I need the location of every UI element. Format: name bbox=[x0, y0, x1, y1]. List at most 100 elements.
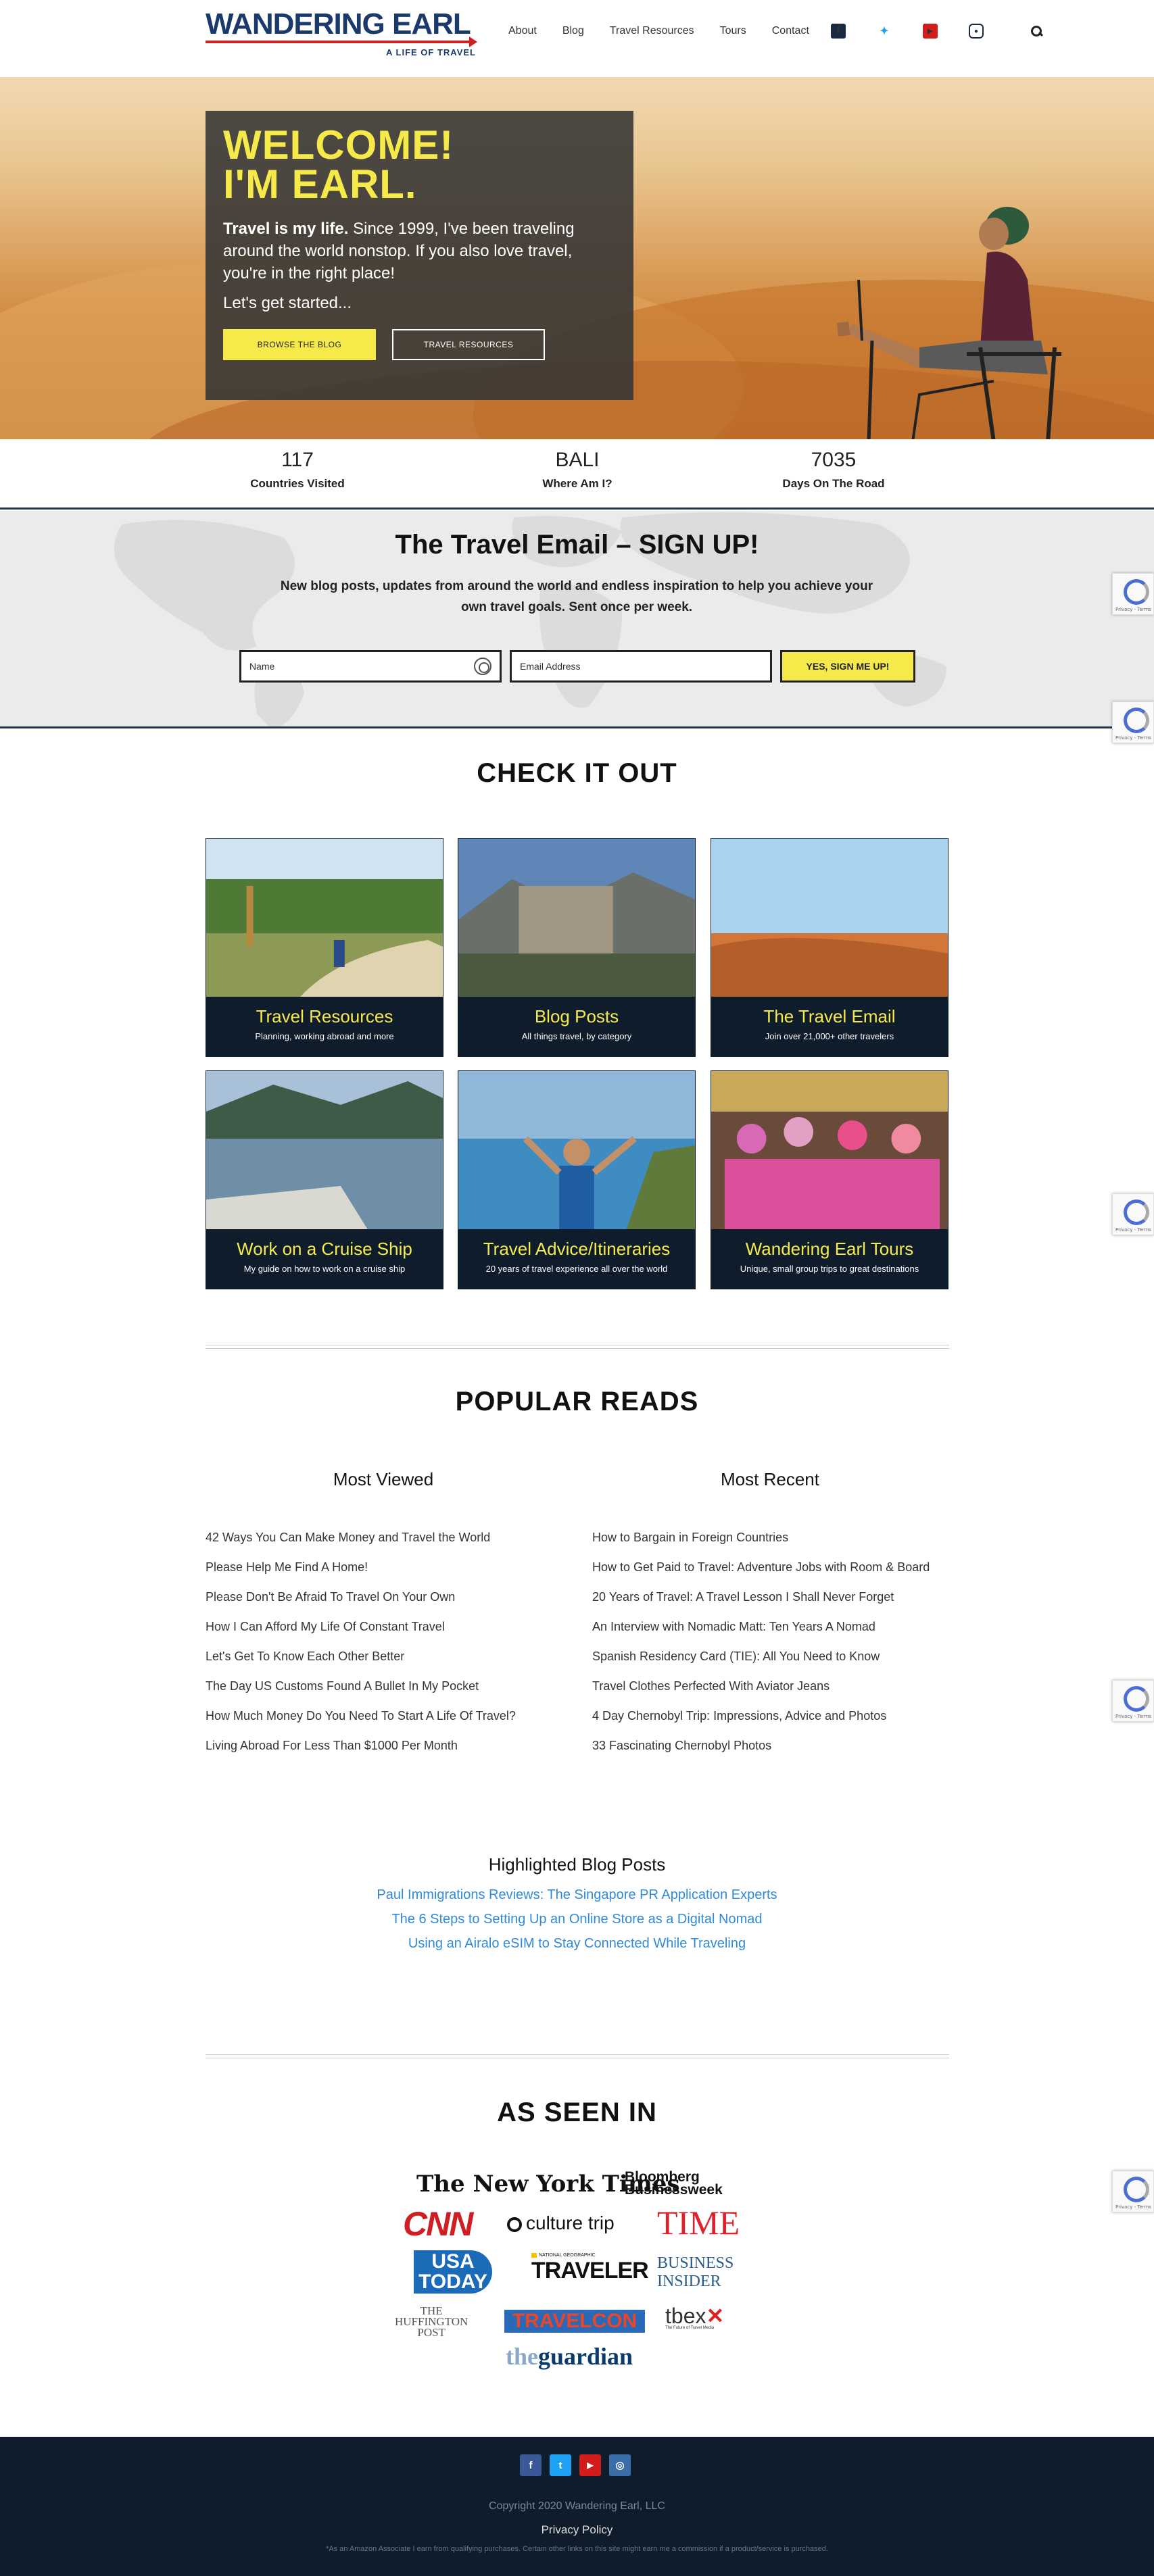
stat-countries: 117 Countries Visited bbox=[196, 449, 399, 491]
twitter-icon[interactable]: ✦ bbox=[876, 24, 892, 39]
logo-arrow bbox=[206, 36, 477, 47]
main-nav: About Blog Travel Resources Tours Contac… bbox=[508, 23, 1069, 39]
instagram-icon[interactable]: ◎ bbox=[609, 2454, 631, 2476]
most-recent-link[interactable]: 33 Fascinating Chernobyl Photos bbox=[592, 1737, 949, 1754]
signup-form: Name Email Address YES, SIGN ME UP! bbox=[239, 650, 915, 683]
facebook-icon[interactable]: f bbox=[830, 24, 846, 39]
bloomberg-logo: Bloomberg Businessweek bbox=[625, 2170, 723, 2198]
recaptcha-badge[interactable]: Privacy - Terms bbox=[1112, 1680, 1154, 1722]
stat-value: 117 bbox=[281, 449, 314, 471]
highlighted-title: Highlighted Blog Posts bbox=[488, 1854, 666, 1875]
culture-trip-icon bbox=[507, 2216, 522, 2232]
travel-resources-button[interactable]: TRAVEL RESOURCES bbox=[392, 329, 545, 360]
card-travel-resources[interactable]: Travel Resources Planning, working abroa… bbox=[206, 838, 443, 1057]
bloomberg-line2: Businessweek bbox=[625, 2182, 723, 2198]
nav-blog[interactable]: Blog bbox=[562, 25, 584, 37]
most-recent-link[interactable]: How to Get Paid to Travel: Adventure Job… bbox=[592, 1558, 949, 1576]
recaptcha-badge[interactable]: Privacy - Terms bbox=[1112, 701, 1154, 743]
nav-tours[interactable]: Tours bbox=[720, 25, 746, 37]
card-image-cruise-ship bbox=[206, 1071, 443, 1229]
most-viewed-link[interactable]: How I Can Afford My Life Of Constant Tra… bbox=[206, 1618, 544, 1635]
card-subtitle: My guide on how to work on a cruise ship bbox=[243, 1264, 406, 1274]
hero-title: WELCOME! I'M EARL. bbox=[223, 125, 616, 207]
highlighted-link[interactable]: The 6 Steps to Setting Up an Online Stor… bbox=[0, 1907, 1154, 1931]
guardian-the: the bbox=[506, 2343, 538, 2370]
huffington-post-logo: THE HUFFINGTON POST bbox=[395, 2305, 468, 2339]
nat-geo-text: NATIONAL GEOGRAPHIC bbox=[531, 2253, 648, 2258]
hero-title-line2: I'M EARL. bbox=[223, 162, 417, 207]
name-field[interactable]: Name bbox=[239, 650, 502, 683]
highlighted-link[interactable]: Paul Immigrations Reviews: The Singapore… bbox=[0, 1883, 1154, 1907]
recaptcha-terms: Privacy - Terms bbox=[1115, 1714, 1151, 1719]
hero-intro: Travel is my life. Since 1999, I've been… bbox=[223, 218, 616, 284]
most-recent-link[interactable]: How to Bargain in Foreign Countries bbox=[592, 1529, 949, 1546]
card-blog-posts[interactable]: Blog Posts All things travel, by categor… bbox=[458, 838, 696, 1057]
youtube-icon[interactable]: ▶ bbox=[579, 2454, 601, 2476]
card-travel-advice[interactable]: Travel Advice/Itineraries 20 years of tr… bbox=[458, 1070, 696, 1289]
most-viewed-list: 42 Ways You Can Make Money and Travel th… bbox=[206, 1529, 544, 1754]
card-image-mountain-village bbox=[458, 839, 695, 997]
site-header: WANDERING EARL A LIFE OF TRAVEL About Bl… bbox=[0, 0, 1154, 77]
most-viewed-link[interactable]: Living Abroad For Less Than $1000 Per Mo… bbox=[206, 1737, 544, 1754]
card-title: Wandering Earl Tours bbox=[745, 1239, 914, 1259]
signup-submit-button[interactable]: YES, SIGN ME UP! bbox=[780, 650, 915, 683]
facebook-icon[interactable]: f bbox=[520, 2454, 542, 2476]
nav-contact[interactable]: Contact bbox=[772, 25, 809, 37]
hero-intro-bold: Travel is my life. bbox=[223, 220, 349, 238]
recaptcha-badge[interactable]: Privacy - Terms bbox=[1112, 1193, 1154, 1235]
site-logo[interactable]: WANDERING EARL A LIFE OF TRAVEL bbox=[206, 7, 477, 61]
cnn-logo: CNN bbox=[403, 2205, 473, 2243]
hero-banner: WELCOME! I'M EARL. Travel is my life. Si… bbox=[0, 77, 1154, 439]
card-title: Work on a Cruise Ship bbox=[237, 1239, 412, 1259]
most-viewed-link[interactable]: Let's Get To Know Each Other Better bbox=[206, 1648, 544, 1665]
guardian-word: guardian bbox=[538, 2343, 633, 2370]
card-image-tour-group bbox=[711, 1071, 948, 1229]
card-travel-email[interactable]: The Travel Email Join over 21,000+ other… bbox=[711, 838, 948, 1057]
browse-blog-button[interactable]: BROWSE THE BLOG bbox=[223, 329, 376, 360]
recaptcha-terms: Privacy - Terms bbox=[1115, 735, 1151, 741]
popular-reads-title: POPULAR READS bbox=[455, 1387, 699, 1416]
signup-description: New blog posts, updates from around the … bbox=[280, 579, 873, 614]
check-it-out-title: CHECK IT OUT bbox=[477, 758, 677, 788]
most-recent-link[interactable]: Travel Clothes Perfected With Aviator Je… bbox=[592, 1677, 949, 1695]
card-subtitle: Unique, small group trips to great desti… bbox=[740, 1264, 919, 1274]
stat-days: 7035 Days On The Road bbox=[732, 449, 935, 491]
most-recent-link[interactable]: Spanish Residency Card (TIE): All You Ne… bbox=[592, 1648, 949, 1665]
most-recent-link[interactable]: 4 Day Chernobyl Trip: Impressions, Advic… bbox=[592, 1707, 949, 1725]
as-seen-in-title: AS SEEN IN bbox=[497, 2098, 657, 2127]
card-image-desert bbox=[711, 839, 948, 997]
recaptcha-badge[interactable]: Privacy - Terms bbox=[1112, 573, 1154, 615]
hero-get-started: Let's get started... bbox=[223, 294, 352, 312]
most-viewed-link[interactable]: The Day US Customs Found A Bullet In My … bbox=[206, 1677, 544, 1695]
most-viewed-link[interactable]: Please Don't Be Afraid To Travel On Your… bbox=[206, 1588, 544, 1606]
privacy-policy-link[interactable]: Privacy Policy bbox=[0, 2523, 1154, 2537]
instagram-icon[interactable]: ● bbox=[968, 24, 984, 39]
highlighted-link[interactable]: Using an Airalo eSIM to Stay Connected W… bbox=[0, 1931, 1154, 1956]
email-field[interactable]: Email Address bbox=[510, 650, 772, 683]
time-logo: TIME bbox=[657, 2204, 740, 2241]
most-viewed-link[interactable]: Please Help Me Find A Home! bbox=[206, 1558, 544, 1576]
card-tours[interactable]: Wandering Earl Tours Unique, small group… bbox=[711, 1070, 948, 1289]
recaptcha-badge[interactable]: Privacy - Terms bbox=[1112, 2171, 1154, 2212]
affiliate-disclaimer: *As an Amazon Associate I earn from qual… bbox=[326, 2545, 828, 2553]
footer-social: f t ▶ ◎ bbox=[520, 2454, 631, 2476]
hero-buttons: BROWSE THE BLOG TRAVEL RESOURCES bbox=[223, 329, 616, 360]
most-recent-list: How to Bargain in Foreign Countries How … bbox=[592, 1529, 949, 1754]
search-icon[interactable] bbox=[1030, 24, 1043, 38]
youtube-icon[interactable]: ▶ bbox=[922, 24, 938, 39]
nav-travel-resources[interactable]: Travel Resources bbox=[610, 25, 694, 37]
huffington-line3: POST bbox=[417, 2326, 446, 2339]
culture-trip-text: culture trip bbox=[526, 2212, 615, 2233]
nav-about[interactable]: About bbox=[508, 25, 537, 37]
most-recent-link[interactable]: An Interview with Nomadic Matt: Ten Year… bbox=[592, 1618, 949, 1635]
name-placeholder: Name bbox=[249, 661, 275, 672]
most-recent-heading: Most Recent bbox=[721, 1469, 819, 1489]
most-recent-link[interactable]: 20 Years of Travel: A Travel Lesson I Sh… bbox=[592, 1588, 949, 1606]
autofill-icon[interactable] bbox=[474, 658, 491, 675]
card-cruise-ship[interactable]: Work on a Cruise Ship My guide on how to… bbox=[206, 1070, 443, 1289]
most-viewed-link[interactable]: How Much Money Do You Need To Start A Li… bbox=[206, 1707, 523, 1725]
usa-today-logo: USA TODAY bbox=[414, 2250, 492, 2294]
twitter-icon[interactable]: t bbox=[550, 2454, 571, 2476]
most-viewed-link[interactable]: 42 Ways You Can Make Money and Travel th… bbox=[206, 1529, 544, 1546]
card-title: Blog Posts bbox=[534, 1006, 619, 1026]
